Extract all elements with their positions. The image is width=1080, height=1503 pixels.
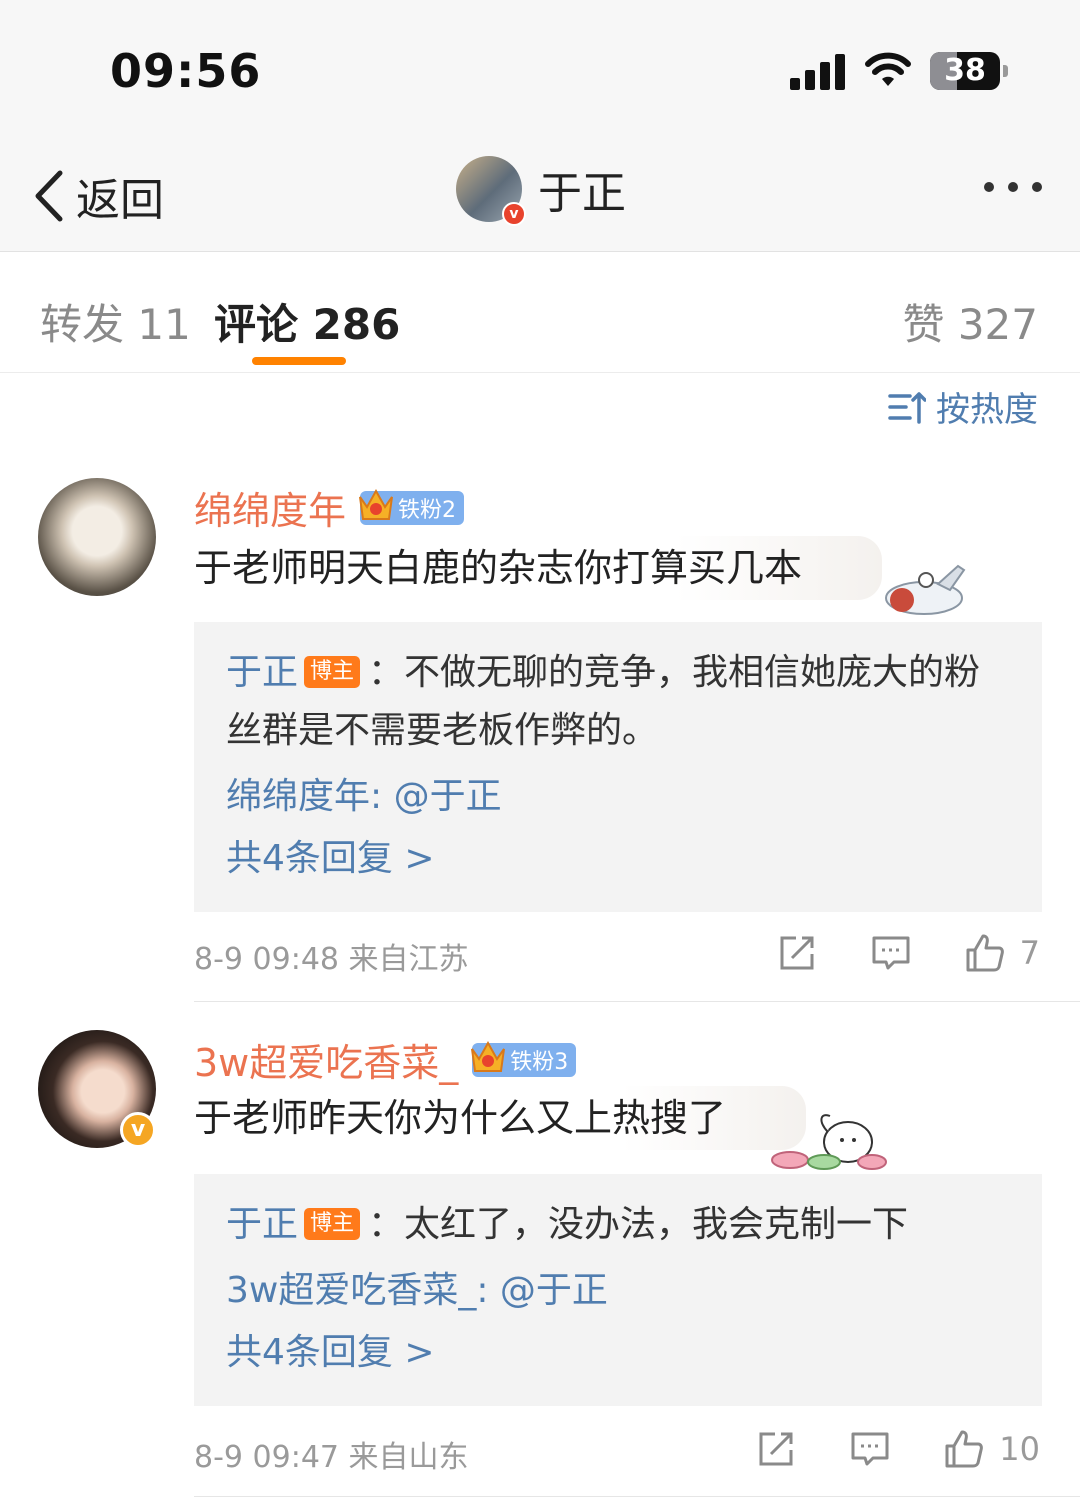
- sort-by-hot-button[interactable]: 按热度: [888, 382, 1038, 431]
- fan-badge[interactable]: 铁粉3: [471, 1040, 577, 1077]
- reply-item: 于正 博主 ：太红了，没办法，我会克制一下: [226, 1196, 1012, 1254]
- cellular-signal-icon: [790, 54, 846, 90]
- tab-likes[interactable]: 赞 327: [902, 291, 1038, 352]
- reply-item: 绵绵度年: @于正: [226, 768, 1012, 826]
- repost-button[interactable]: [755, 1428, 797, 1470]
- reply-item: 3w超爱吃香菜_: @于正: [226, 1262, 1012, 1320]
- reply-author[interactable]: 于正: [226, 1204, 298, 1245]
- reply-author[interactable]: 3w超爱吃香菜_:: [226, 1270, 488, 1311]
- divider: [194, 1001, 1080, 1002]
- reply-item: 于正 博主 ：不做无聊的竞争，我相信她庞大的粉丝群是不需要老板作弊的。: [226, 644, 1012, 760]
- like-button[interactable]: 10: [943, 1428, 1040, 1470]
- more-options-icon[interactable]: [984, 182, 1042, 192]
- reply-button[interactable]: [849, 1428, 891, 1470]
- battery-level: 38: [944, 53, 986, 88]
- avatar[interactable]: [38, 478, 156, 596]
- like-count: 10: [999, 1430, 1040, 1468]
- view-all-replies-link[interactable]: 共4条回复 >: [226, 1320, 1012, 1386]
- pochacco-sticker-icon: [771, 1114, 887, 1170]
- sort-icon: [888, 391, 926, 424]
- comment-actions: 10: [703, 1428, 1040, 1470]
- plane-sticker-icon: [885, 564, 966, 615]
- fan-badge[interactable]: 铁粉2: [359, 488, 465, 525]
- nav-bar: 返回 v 于正: [0, 130, 1080, 252]
- tab-reposts[interactable]: 转发 11: [40, 291, 191, 352]
- host-tag: 博主: [304, 1208, 361, 1240]
- comment-time-location: 8-9 09:47 来自山东: [194, 1440, 469, 1475]
- sort-label: 按热度: [936, 390, 1038, 430]
- comment-icon: [872, 936, 910, 970]
- reply-box[interactable]: 于正 博主 ：不做无聊的竞争，我相信她庞大的粉丝群是不需要老板作弊的。 绵绵度年: …: [194, 622, 1042, 912]
- divider: [194, 1496, 1080, 1497]
- crown-icon: [359, 488, 394, 520]
- comment-time-location: 8-9 09:48 来自江苏: [194, 942, 469, 977]
- like-count: 7: [1019, 934, 1040, 972]
- thumbs-up-icon: [945, 1430, 984, 1468]
- comment-text: 于老师昨天你为什么又上热搜了: [194, 1086, 807, 1150]
- verified-badge-icon: v: [502, 202, 526, 226]
- reply-text: ：太红了，没办法，我会克制一下: [368, 1204, 909, 1245]
- active-tab-indicator: [252, 357, 346, 365]
- comment-icon: [851, 1432, 889, 1466]
- like-button[interactable]: 7: [964, 932, 1040, 974]
- tab-comments[interactable]: 评论 286: [214, 291, 400, 352]
- comment-actions: 7: [724, 932, 1040, 974]
- status-bar: 09:56 38: [0, 0, 1080, 130]
- reply-mention[interactable]: @于正: [488, 1270, 608, 1311]
- avatar[interactable]: v: [38, 1030, 156, 1148]
- thumbs-up-icon: [966, 934, 1004, 972]
- comment-text: 于老师明天白鹿的杂志你打算买几本: [194, 536, 883, 600]
- reply-mention[interactable]: @于正: [382, 776, 502, 817]
- page-title: 于正: [538, 168, 626, 219]
- wifi-icon: [865, 52, 911, 86]
- reply-author[interactable]: 于正: [226, 652, 298, 693]
- reply-box[interactable]: 于正 博主 ：太红了，没办法，我会克制一下 3w超爱吃香菜_: @于正 共4条回复 …: [194, 1174, 1042, 1406]
- profile-header[interactable]: v 于正: [456, 156, 626, 226]
- comment-username[interactable]: 绵绵度年: [194, 480, 346, 535]
- crown-icon: [471, 1040, 506, 1072]
- fan-badge-label: 铁粉2: [398, 497, 457, 523]
- host-tag: 博主: [304, 656, 361, 688]
- chevron-left-icon: [35, 170, 63, 222]
- repost-button[interactable]: [776, 932, 818, 974]
- fan-badge-label: 铁粉3: [510, 1049, 569, 1075]
- battery-icon: 38: [930, 52, 1008, 90]
- share-icon: [780, 936, 814, 970]
- share-icon: [759, 1432, 793, 1466]
- reply-button[interactable]: [870, 932, 912, 974]
- tab-bar: 转发 11 评论 286 赞 327: [0, 253, 1080, 373]
- back-label: 返回: [76, 175, 164, 226]
- comment-username[interactable]: 3w超爱吃香菜_: [194, 1032, 458, 1087]
- view-all-replies-link[interactable]: 共4条回复 >: [226, 826, 1012, 892]
- status-time: 09:56: [110, 44, 262, 98]
- reply-author[interactable]: 绵绵度年:: [226, 776, 382, 817]
- verified-badge-icon: v: [120, 1112, 156, 1148]
- back-button[interactable]: 返回: [30, 164, 164, 228]
- avatar[interactable]: v: [456, 156, 526, 226]
